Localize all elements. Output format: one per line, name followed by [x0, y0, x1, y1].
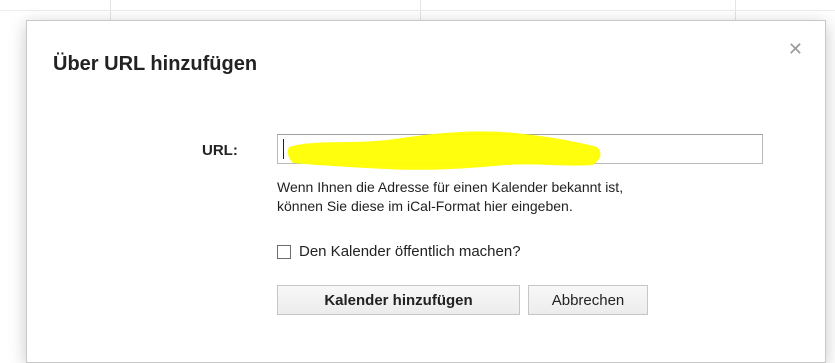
cancel-button[interactable]: Abbrechen [528, 285, 648, 315]
url-input[interactable] [277, 134, 763, 164]
help-line: Wenn Ihnen die Adresse für einen Kalende… [277, 179, 624, 195]
public-calendar-checkbox[interactable] [277, 244, 291, 259]
url-help-text: Wenn Ihnen die Adresse für einen Kalende… [277, 178, 777, 216]
dialog-title: Über URL hinzufügen [53, 53, 258, 75]
add-by-url-dialog: Über URL hinzufügen ✕ URL: Wenn Ihnen di… [26, 20, 826, 363]
url-label: URL: [202, 142, 238, 159]
close-icon[interactable]: ✕ [788, 41, 803, 59]
public-calendar-label: Den Kalender öffentlich machen? [299, 243, 521, 260]
add-calendar-button[interactable]: Kalender hinzufügen [277, 285, 520, 315]
help-line: können Sie diese im iCal-Format hier ein… [277, 198, 573, 214]
public-calendar-option[interactable]: Den Kalender öffentlich machen? [277, 243, 521, 260]
grid-line [0, 10, 835, 11]
text-caret [283, 139, 284, 159]
